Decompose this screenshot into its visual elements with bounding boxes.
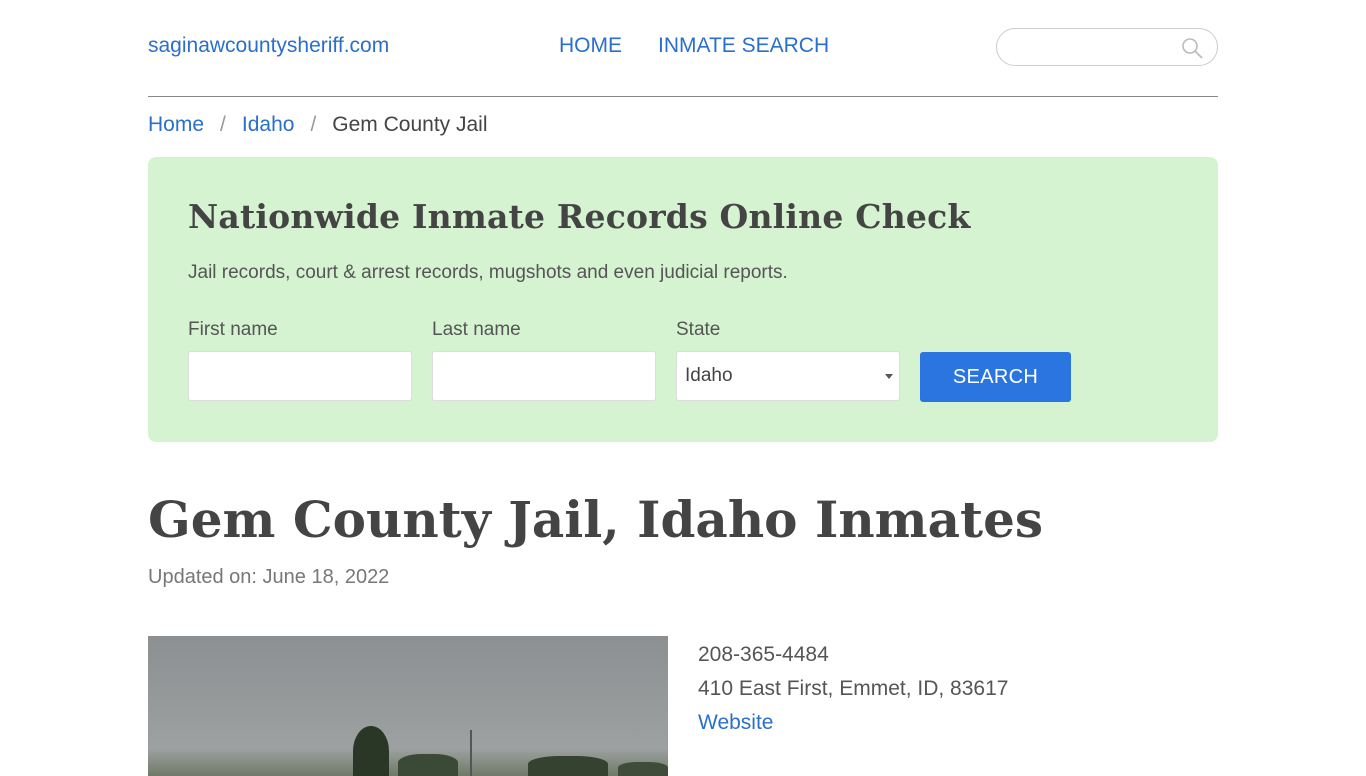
panel-title: Nationwide Inmate Records Online Check <box>188 197 971 236</box>
breadcrumb-idaho[interactable]: Idaho <box>242 113 295 137</box>
page-container: saginawcountysheriff.com HOME INMATE SEA… <box>148 0 1218 776</box>
chevron-down-icon <box>885 374 893 379</box>
site-name-link[interactable]: saginawcountysheriff.com <box>148 34 389 58</box>
last-name-input[interactable] <box>432 351 656 401</box>
search-icon[interactable] <box>1181 37 1203 59</box>
main-nav: HOME INMATE SEARCH <box>559 34 829 58</box>
contact-info: 208-365-4484 410 East First, Emmet, ID, … <box>698 638 1008 740</box>
tree-shape <box>528 756 608 776</box>
state-selected-value: Idaho <box>685 365 733 386</box>
state-select[interactable]: Idaho <box>676 351 900 401</box>
tree-shape <box>353 726 389 776</box>
nav-inmate-search-link[interactable]: INMATE SEARCH <box>658 34 829 58</box>
breadcrumb-separator: / <box>310 113 317 136</box>
last-name-group: Last name <box>432 319 656 401</box>
tree-shape <box>398 754 458 776</box>
pole-shape <box>470 730 472 776</box>
state-label: State <box>676 319 721 340</box>
state-group: State Idaho <box>676 319 900 401</box>
address: 410 East First, Emmet, ID, 83617 <box>698 677 1009 700</box>
first-name-label: First name <box>188 319 278 340</box>
site-header: saginawcountysheriff.com HOME INMATE SEA… <box>148 0 1218 97</box>
breadcrumb-home[interactable]: Home <box>148 113 204 137</box>
search-button[interactable]: SEARCH <box>920 352 1071 402</box>
last-name-label: Last name <box>432 319 521 340</box>
jail-photo <box>148 636 668 776</box>
breadcrumb-current: Gem County Jail <box>332 113 488 136</box>
breadcrumb: Home / Idaho / Gem County Jail <box>148 113 488 137</box>
header-search-box <box>996 28 1218 66</box>
first-name-group: First name <box>188 319 412 401</box>
panel-subtitle: Jail records, court & arrest records, mu… <box>188 262 788 283</box>
website-link[interactable]: Website <box>698 711 773 734</box>
header-search-input[interactable] <box>1011 37 1175 59</box>
inmate-search-panel: Nationwide Inmate Records Online Check J… <box>148 157 1218 442</box>
updated-date: Updated on: June 18, 2022 <box>148 566 390 588</box>
first-name-input[interactable] <box>188 351 412 401</box>
nav-home-link[interactable]: HOME <box>559 34 622 58</box>
phone-number: 208-365-4484 <box>698 643 829 666</box>
page-title: Gem County Jail, Idaho Inmates <box>148 490 1044 549</box>
breadcrumb-separator: / <box>220 113 226 136</box>
tree-shape <box>618 762 668 776</box>
